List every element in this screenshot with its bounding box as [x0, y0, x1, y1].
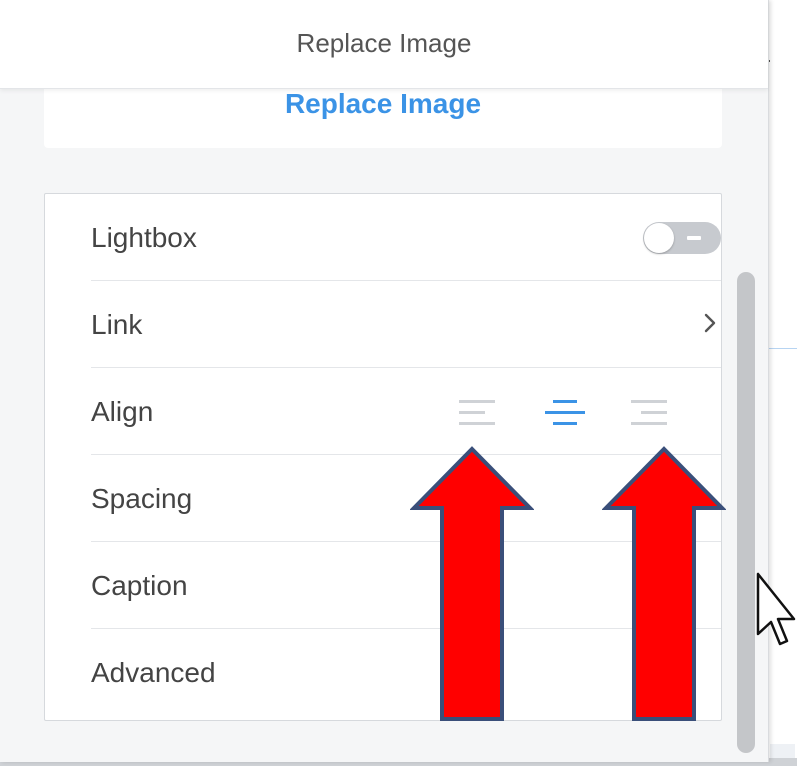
replace-image-link[interactable]: Replace Image — [44, 88, 722, 120]
row-label-link: Link — [91, 309, 143, 340]
toggle-off-icon — [687, 236, 701, 240]
setting-row-lightbox: Lightbox — [91, 194, 721, 281]
background-canvas — [768, 0, 797, 766]
align-right-icon[interactable] — [631, 398, 667, 428]
setting-row-link[interactable]: Link — [91, 281, 721, 368]
row-label-align: Align — [91, 396, 154, 427]
replace-image-card: Replace Image — [44, 80, 722, 148]
scrollbar-thumb[interactable] — [737, 272, 755, 753]
mouse-pointer-icon — [756, 572, 796, 646]
row-label-advanced: Advanced — [91, 657, 216, 688]
panel-title: Replace Image — [296, 28, 472, 58]
toggle-knob — [644, 223, 674, 253]
arrow-up-red — [602, 446, 726, 721]
canvas-corner — [770, 744, 795, 758]
canvas-guide-line — [768, 348, 797, 349]
arrow-up-red — [410, 446, 534, 721]
setting-row-align: Align — [91, 368, 721, 455]
row-label-caption: Caption — [91, 570, 188, 601]
align-left-icon[interactable] — [459, 398, 495, 428]
lightbox-toggle[interactable] — [643, 222, 721, 254]
row-label-spacing: Spacing — [91, 483, 193, 514]
chevron-right-icon — [704, 313, 716, 333]
align-center-icon[interactable] — [545, 398, 585, 428]
panel-header: Replace Image — [0, 0, 768, 89]
row-label-lightbox: Lightbox — [91, 222, 197, 253]
